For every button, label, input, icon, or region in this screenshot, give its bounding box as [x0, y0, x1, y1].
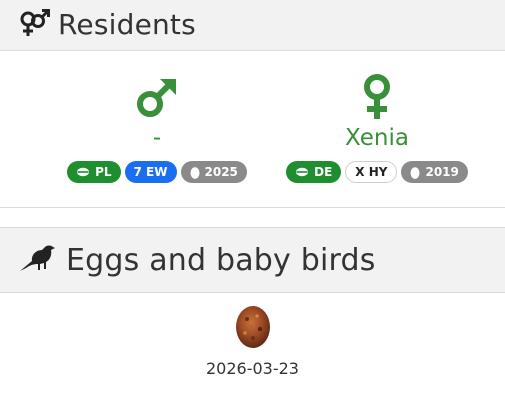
ring-icon: [296, 167, 309, 177]
section-divider: [0, 207, 505, 208]
badge-label: 2019: [425, 165, 459, 179]
male-icon: [135, 70, 179, 120]
egg-icon: [190, 166, 199, 179]
ring-country-badge: DE: [286, 161, 342, 183]
egg-date: 2026-03-23: [206, 359, 299, 378]
eggs-header: Eggs and baby birds: [0, 227, 505, 293]
ring-code-badge: X HY: [345, 161, 398, 183]
badge-label: 7 EW: [133, 165, 168, 179]
residents-title: Residents: [58, 8, 196, 41]
female-icon: [360, 70, 394, 120]
resident-name[interactable]: -: [153, 123, 161, 153]
hatch-year-badge: 2019: [401, 161, 468, 183]
resident-male[interactable]: - PL 7 EW 2025: [37, 70, 277, 183]
resident-female[interactable]: Xenia DE X HY 2019: [257, 70, 497, 183]
gender-pair-icon: [18, 8, 50, 42]
badge-label: DE: [314, 165, 333, 179]
resident-name[interactable]: Xenia: [345, 123, 409, 153]
badge-label: PL: [95, 165, 112, 179]
badge-label: X HY: [355, 165, 388, 179]
ring-code-badge: 7 EW: [124, 161, 177, 183]
resident-badges: DE X HY 2019: [286, 161, 468, 183]
hatch-year-badge: 2025: [180, 161, 247, 183]
egg-photo-icon[interactable]: [235, 305, 271, 349]
ring-country-badge: PL: [67, 161, 121, 183]
bird-icon: [18, 241, 56, 279]
eggs-title: Eggs and baby birds: [66, 242, 376, 278]
badge-label: 2025: [204, 165, 238, 179]
residents-header: Residents: [0, 0, 505, 51]
egg-icon: [410, 166, 420, 179]
egg-item[interactable]: 2026-03-23: [0, 305, 505, 378]
ring-icon: [77, 167, 90, 177]
resident-badges: PL 7 EW 2025: [67, 161, 247, 183]
